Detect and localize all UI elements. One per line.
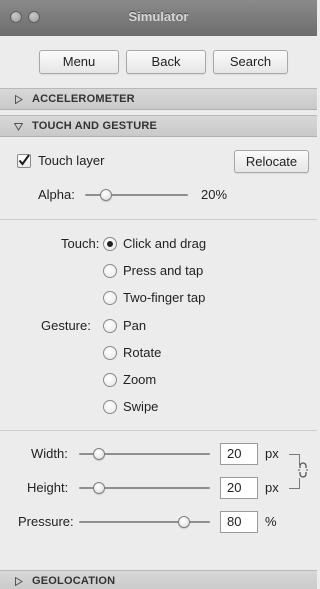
link-bracket-bottom — [289, 478, 300, 489]
pressure-input[interactable]: 80 — [220, 511, 258, 533]
divider — [0, 430, 317, 431]
option-pan[interactable]: Pan — [123, 318, 146, 333]
disclosure-expanded-icon — [14, 123, 23, 131]
alpha-slider-knob[interactable] — [99, 189, 112, 201]
radio-pan[interactable] — [103, 319, 117, 333]
gesture-label: Gesture: — [41, 318, 91, 333]
radio-click-and-drag[interactable] — [103, 237, 117, 251]
pressure-slider-track[interactable] — [79, 521, 210, 523]
height-label: Height: — [27, 480, 69, 495]
touch-layer-label: Touch layer — [38, 153, 105, 168]
radio-press-and-tap[interactable] — [103, 264, 117, 278]
radio-rotate[interactable] — [103, 346, 117, 360]
window-title: Simulator — [128, 9, 189, 24]
pressure-label: Pressure: — [18, 514, 74, 529]
option-press-and-tap[interactable]: Press and tap — [123, 263, 203, 278]
option-zoom[interactable]: Zoom — [123, 372, 156, 387]
radio-swipe[interactable] — [103, 400, 117, 414]
pressure-slider-knob[interactable] — [177, 516, 190, 528]
pressure-unit: % — [265, 514, 277, 529]
height-unit: px — [265, 480, 279, 495]
section-touch-label: TOUCH AND GESTURE — [32, 120, 158, 132]
option-two-finger-tap[interactable]: Two-finger tap — [123, 290, 205, 305]
alpha-value: 20% — [201, 187, 228, 202]
disclosure-collapsed-icon — [15, 95, 23, 104]
section-geolocation[interactable]: GEOLOCATION — [0, 570, 317, 589]
section-touch-and-gesture[interactable]: TOUCH AND GESTURE — [0, 115, 317, 137]
disclosure-collapsed-icon — [15, 577, 23, 586]
title-bar[interactable]: Simulator — [0, 0, 317, 37]
broken-link-icon[interactable] — [297, 462, 311, 478]
radio-zoom[interactable] — [103, 373, 117, 387]
width-slider-knob[interactable] — [92, 448, 105, 460]
touch-layer-checkbox[interactable] — [17, 154, 31, 168]
width-unit: px — [265, 446, 279, 461]
touch-label: Touch: — [61, 236, 100, 251]
width-label: Width: — [31, 446, 68, 461]
menu-button[interactable]: Menu — [39, 50, 119, 74]
section-accelerometer[interactable]: ACCELEROMETER — [0, 88, 317, 110]
height-slider-knob[interactable] — [92, 482, 105, 494]
divider — [0, 219, 317, 220]
simulator-window: Simulator Menu Back Search ACCELEROMETER… — [0, 0, 317, 589]
section-accelerometer-label: ACCELEROMETER — [32, 93, 135, 105]
checkmark-icon — [18, 154, 30, 166]
option-swipe[interactable]: Swipe — [123, 399, 158, 414]
height-input[interactable]: 20 — [220, 477, 258, 499]
relocate-button[interactable]: Relocate — [234, 150, 309, 173]
toolbar: Menu Back Search — [0, 36, 317, 88]
width-input[interactable]: 20 — [220, 443, 258, 465]
option-click-and-drag[interactable]: Click and drag — [123, 236, 206, 251]
search-button[interactable]: Search — [213, 50, 288, 74]
alpha-label: Alpha: — [38, 187, 75, 202]
back-button[interactable]: Back — [126, 50, 206, 74]
section-geolocation-label: GEOLOCATION — [32, 575, 116, 587]
radio-two-finger-tap[interactable] — [103, 291, 117, 305]
option-rotate[interactable]: Rotate — [123, 345, 161, 360]
